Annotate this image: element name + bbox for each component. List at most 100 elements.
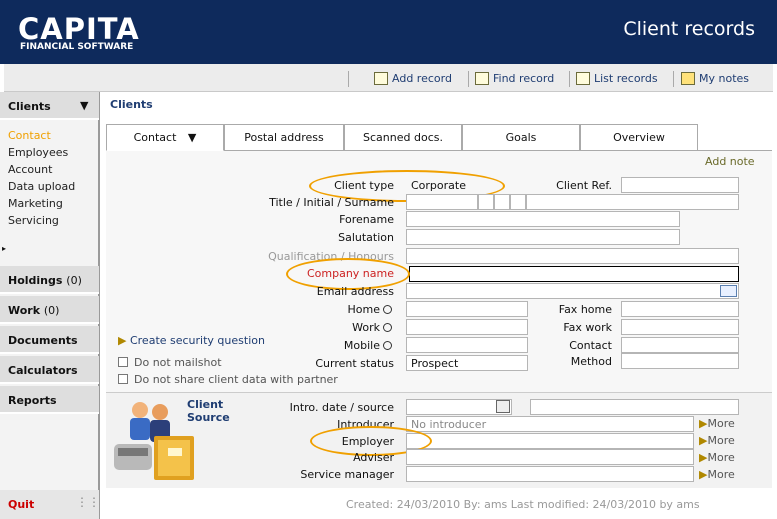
- adviser-field[interactable]: [406, 449, 694, 465]
- capita-logo: CAPITA: [18, 12, 140, 46]
- salutation-label: Salutation: [338, 231, 394, 244]
- company-name-label: Company name: [306, 267, 394, 280]
- breadcrumb[interactable]: Clients: [110, 98, 153, 111]
- client-ref-label: Client Ref.: [556, 179, 612, 192]
- service-manager-field[interactable]: [406, 466, 694, 482]
- method-label: Method: [570, 355, 612, 368]
- arrow-right-icon: ▶: [118, 334, 127, 347]
- toolbar-divider: [569, 71, 570, 87]
- contact-label: Contact: [569, 339, 612, 352]
- qualification-field[interactable]: [406, 248, 739, 264]
- sidebar-item-employees[interactable]: Employees: [8, 146, 68, 159]
- title-initial-surname-label: Title / Initial / Surname: [269, 196, 394, 209]
- find-record-button[interactable]: Find record: [475, 72, 554, 85]
- initial-field[interactable]: [494, 194, 510, 210]
- intro-source-field[interactable]: [530, 399, 739, 415]
- quit-button[interactable]: Quit: [8, 498, 34, 511]
- tab-overview[interactable]: Overview: [580, 124, 698, 151]
- service-manager-more-link[interactable]: ▶More: [699, 468, 735, 481]
- do-not-share-checkbox[interactable]: [118, 374, 128, 384]
- work-phone-label: Work: [352, 321, 380, 334]
- chevron-down-icon: ▼: [187, 131, 197, 144]
- client-source-illustration-icon: [110, 398, 200, 486]
- logo-subtitle: FINANCIAL SOFTWARE: [20, 42, 134, 52]
- sidebar-calculators[interactable]: Calculators: [0, 356, 99, 384]
- home-phone-label: Home: [347, 303, 380, 316]
- employer-more-link[interactable]: ▶More: [699, 434, 735, 447]
- mobile-phone-label: Mobile: [343, 339, 380, 352]
- find-record-icon: [475, 72, 489, 85]
- toolbar-divider: [673, 71, 674, 87]
- my-notes-button[interactable]: My notes: [681, 72, 749, 85]
- work-radio[interactable]: [383, 323, 392, 332]
- toolbar-divider: [468, 71, 469, 87]
- introducer-more-link[interactable]: ▶More: [699, 417, 735, 430]
- tab-postal-address[interactable]: Postal address: [224, 124, 344, 151]
- mobile-phone-field[interactable]: [406, 337, 528, 353]
- sidebar-item-account[interactable]: Account: [8, 163, 52, 176]
- qualification-label: Qualification / Honours: [268, 250, 394, 263]
- salutation-field[interactable]: [406, 229, 680, 245]
- tab-contact[interactable]: Contact ▼: [106, 124, 224, 151]
- introducer-field[interactable]: No introducer: [406, 416, 694, 432]
- email-icon[interactable]: [720, 285, 737, 297]
- adviser-label: Adviser: [353, 451, 394, 464]
- initial-field[interactable]: [478, 194, 494, 210]
- email-field[interactable]: [406, 283, 739, 299]
- method-field[interactable]: [621, 353, 739, 369]
- chevron-down-icon: ▼: [80, 99, 89, 112]
- client-type-select[interactable]: Corporate: [406, 177, 498, 193]
- work-phone-field[interactable]: [406, 319, 528, 335]
- sidebar-clients-header[interactable]: Clients ▼: [0, 92, 99, 120]
- home-phone-field[interactable]: [406, 301, 528, 317]
- introducer-label: Introducer: [337, 418, 394, 431]
- sidebar-item-data-upload[interactable]: Data upload: [8, 180, 75, 193]
- mobile-radio[interactable]: [383, 341, 392, 350]
- do-not-mailshot-label: Do not mailshot: [134, 356, 222, 369]
- fax-work-label: Fax work: [563, 321, 612, 334]
- client-type-label: Client type: [334, 179, 394, 192]
- list-records-button[interactable]: List records: [576, 72, 658, 85]
- fax-home-label: Fax home: [558, 303, 612, 316]
- home-radio[interactable]: [383, 305, 392, 314]
- list-records-icon: [576, 72, 590, 85]
- forename-field[interactable]: [406, 211, 680, 227]
- add-record-icon: [374, 72, 388, 85]
- tab-goals[interactable]: Goals: [462, 124, 580, 151]
- sidebar-item-marketing[interactable]: Marketing: [8, 197, 63, 210]
- sidebar-item-servicing[interactable]: Servicing: [8, 214, 59, 227]
- company-name-field[interactable]: [409, 266, 739, 282]
- toolbar-divider: [348, 71, 349, 87]
- forename-label: Forename: [339, 213, 394, 226]
- initial-field[interactable]: [510, 194, 526, 210]
- page-title: Client records: [623, 18, 755, 40]
- employer-field[interactable]: [406, 433, 694, 449]
- intro-date-source-label: Intro. date / source: [289, 401, 394, 414]
- sidebar-holdings[interactable]: Holdings (0): [0, 266, 99, 294]
- contact-field[interactable]: [621, 337, 739, 353]
- title-field[interactable]: [406, 194, 478, 210]
- current-status-label: Current status: [315, 357, 394, 370]
- calendar-icon[interactable]: [496, 400, 510, 413]
- add-note-link[interactable]: Add note: [705, 155, 755, 168]
- fax-home-field[interactable]: [621, 301, 739, 317]
- email-address-label: Email address: [316, 285, 394, 298]
- notes-icon: [681, 72, 695, 85]
- tab-scanned-docs[interactable]: Scanned docs.: [344, 124, 462, 151]
- adviser-more-link[interactable]: ▶More: [699, 451, 735, 464]
- current-status-select[interactable]: Prospect: [406, 355, 528, 371]
- sidebar-reports[interactable]: Reports: [0, 386, 99, 414]
- client-ref-field[interactable]: [621, 177, 739, 193]
- create-security-question-link[interactable]: ▶ Create security question: [118, 334, 265, 347]
- do-not-share-label: Do not share client data with partner: [134, 373, 338, 386]
- do-not-mailshot-checkbox[interactable]: [118, 357, 128, 367]
- sidebar-work[interactable]: Work (0): [0, 296, 99, 324]
- record-footer: Created: 24/03/2010 By: ams Last modifie…: [346, 498, 700, 511]
- sidebar-documents[interactable]: Documents: [0, 326, 99, 354]
- expand-arrow-icon: ▸: [2, 244, 7, 253]
- sidebar-item-contact[interactable]: Contact: [8, 129, 51, 142]
- surname-field[interactable]: [526, 194, 739, 210]
- add-record-button[interactable]: Add record: [374, 72, 452, 85]
- fax-work-field[interactable]: [621, 319, 739, 335]
- service-manager-label: Service manager: [300, 468, 394, 481]
